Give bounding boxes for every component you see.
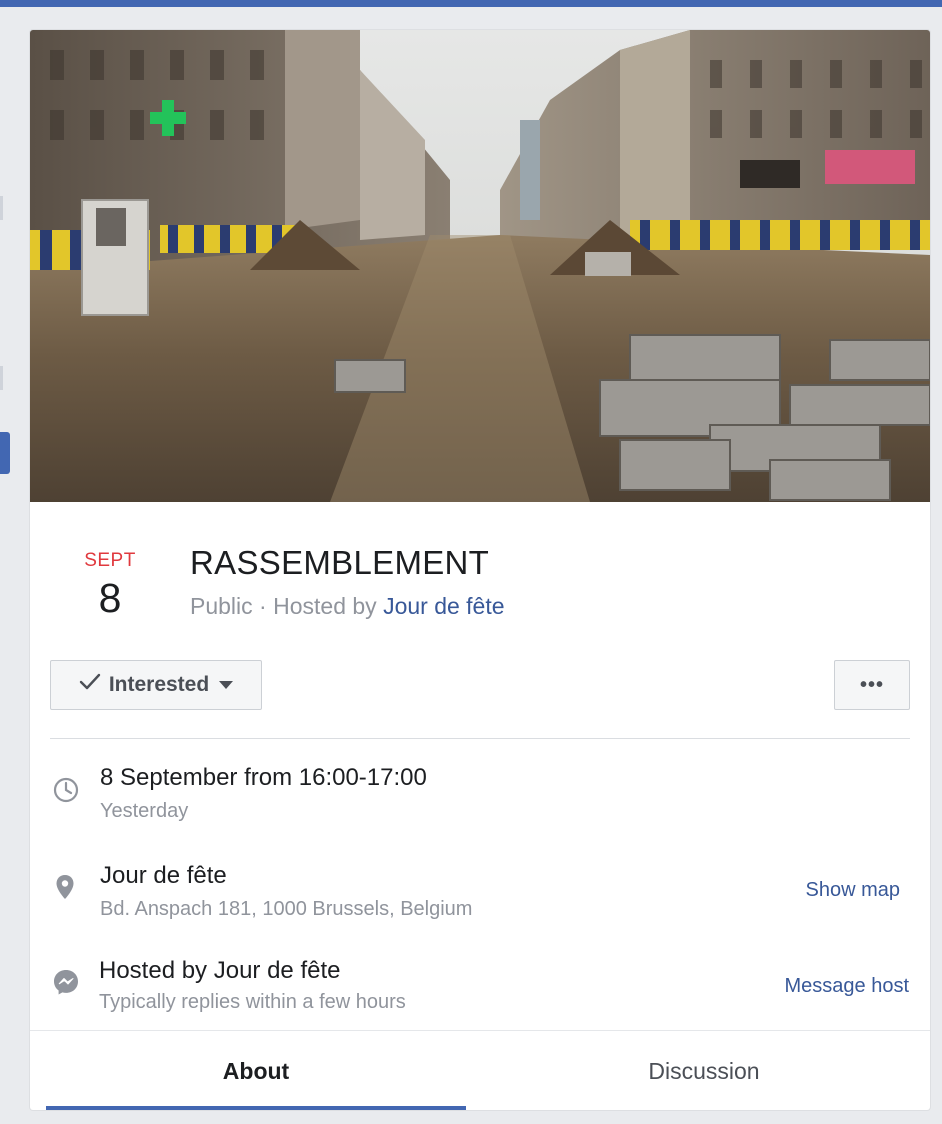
tab-about[interactable]: About [46,1031,466,1110]
event-date-badge: SEPT 8 [70,550,150,620]
more-options-button[interactable]: ••• [834,660,910,710]
event-privacy: Public [190,593,253,619]
event-subtitle: Public · Hosted by Jour de fête [190,593,505,620]
event-tabs: About Discussion [30,1030,930,1110]
left-rail-active-marker [0,432,10,474]
interested-label: Interested [108,673,210,696]
event-date-day: 8 [98,575,122,621]
tab-discussion[interactable]: Discussion [494,1031,914,1110]
event-location-address: Bd. Anspach 181, 1000 Brussels, Belgium [100,898,473,920]
event-date-month: SEPT [84,550,136,571]
event-title: RASSEMBLEMENT [190,544,490,581]
message-host-link[interactable]: Message host [784,975,909,998]
clock-icon [51,775,81,805]
interested-button[interactable]: Interested [50,660,262,710]
location-pin-icon [50,872,80,902]
event-location-row: Jour de fête Bd. Anspach 181, 1000 Bruss… [50,862,910,932]
subtitle-separator: · [259,593,267,619]
left-rail-marker [0,196,3,220]
host-response-time: Typically replies within a few hours [99,991,406,1013]
host-link[interactable]: Jour de fête [383,593,504,619]
messenger-icon [51,967,81,997]
event-host-text: Hosted by Jour de fête [99,957,341,984]
checkmark-icon [79,673,101,697]
event-card: SEPT 8 RASSEMBLEMENT Public · Hosted by … [30,30,930,1110]
left-rail-marker [0,366,3,390]
event-cover-photo[interactable] [30,30,930,502]
section-divider [50,738,910,739]
hosted-by-prefix: Hosted by [273,593,377,619]
show-map-link[interactable]: Show map [806,879,901,902]
event-location-name[interactable]: Jour de fête [100,862,227,890]
top-navigation-bar [0,0,942,7]
more-options-label: ••• [859,673,884,696]
event-time-row: 8 September from 16:00-17:00 Yesterday [50,764,910,834]
event-time-relative: Yesterday [100,800,189,822]
event-time-text: 8 September from 16:00-17:00 [100,764,427,791]
caret-down-icon [219,681,234,689]
event-host-row: Hosted by Jour de fête Typically replies… [50,957,910,1027]
